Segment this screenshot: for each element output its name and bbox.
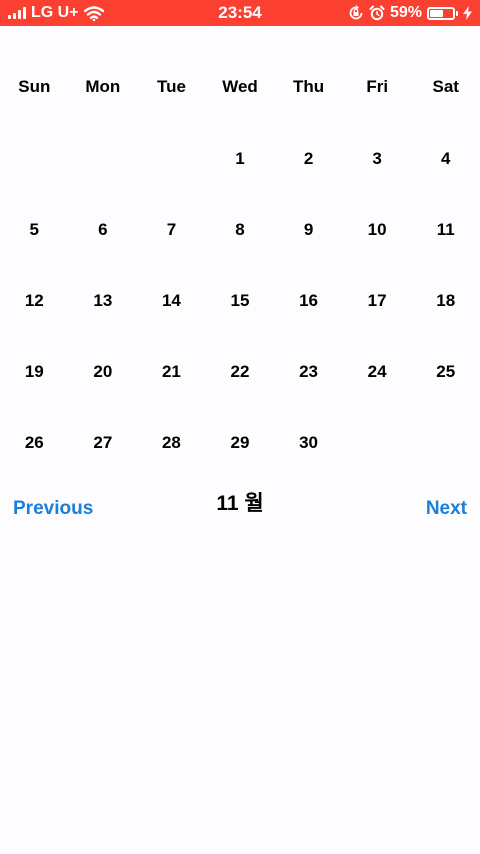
day-cell[interactable]: 25 <box>411 337 480 408</box>
wifi-icon <box>83 5 104 21</box>
day-cell[interactable]: 2 <box>274 123 343 194</box>
day-cell[interactable]: 28 <box>137 408 206 479</box>
month-navigation: Previous 11 월 Next <box>0 490 480 534</box>
previous-month-button[interactable]: Previous <box>13 498 93 520</box>
day-cell[interactable]: 8 <box>206 194 275 265</box>
day-cell[interactable]: 6 <box>69 194 138 265</box>
day-cell[interactable]: 13 <box>69 265 138 336</box>
day-cell[interactable]: 17 <box>343 265 412 336</box>
signal-icon <box>8 7 26 19</box>
next-month-button[interactable]: Next <box>426 498 467 520</box>
carrier-label: LG U+ <box>31 4 79 21</box>
weekday-label: Fri <box>366 77 389 96</box>
status-left: LG U+ <box>8 4 104 22</box>
empty-day-cell <box>0 123 69 194</box>
empty-day-cell <box>411 408 480 479</box>
empty-day-cell <box>69 123 138 194</box>
alarm-icon <box>369 5 385 21</box>
weekday-header: Sun Mon Tue Wed Thu Fri Sat <box>0 74 480 100</box>
day-cell[interactable]: 21 <box>137 337 206 408</box>
day-cell[interactable]: 1 <box>206 123 275 194</box>
empty-day-cell <box>137 123 206 194</box>
battery-icon <box>427 6 458 20</box>
battery-percent: 59% <box>389 4 422 21</box>
day-cell[interactable]: 7 <box>137 194 206 265</box>
weekday-label: Tue <box>156 77 186 96</box>
day-cell[interactable]: 12 <box>0 265 69 336</box>
weekday-label: Wed <box>222 77 258 96</box>
weekday-label: Sat <box>432 77 459 96</box>
weekday-label: Sun <box>18 77 51 96</box>
day-cell[interactable]: 14 <box>137 265 206 336</box>
day-cell[interactable]: 3 <box>343 123 412 194</box>
weekday-label: Thu <box>293 77 325 96</box>
day-cell[interactable]: 26 <box>0 408 69 479</box>
status-right: 59% <box>348 4 472 22</box>
day-cell[interactable]: 4 <box>411 123 480 194</box>
calendar-grid: 1 2 3 4 5 6 7 8 9 10 11 12 13 14 15 16 17 18 19 20 21 22 23 24 2… <box>0 123 480 479</box>
day-cell[interactable]: 24 <box>343 337 412 408</box>
day-cell[interactable]: 9 <box>274 194 343 265</box>
day-cell[interactable]: 5 <box>0 194 69 265</box>
day-cell[interactable]: 27 <box>69 408 138 479</box>
status-bar: LG U+ 23:54 59% <box>0 0 480 26</box>
day-cell[interactable]: 22 <box>206 337 275 408</box>
day-cell[interactable]: 19 <box>0 337 69 408</box>
day-cell[interactable]: 18 <box>411 265 480 336</box>
charging-icon <box>463 6 472 20</box>
battery-fill <box>430 9 443 17</box>
day-cell[interactable]: 11 <box>411 194 480 265</box>
day-cell[interactable]: 15 <box>206 265 275 336</box>
rotation-lock-icon <box>349 5 363 20</box>
day-cell[interactable]: 23 <box>274 337 343 408</box>
day-cell[interactable]: 30 <box>274 408 343 479</box>
weekday-label: Mon <box>85 77 121 96</box>
day-cell[interactable]: 20 <box>69 337 138 408</box>
day-cell[interactable]: 16 <box>274 265 343 336</box>
day-cell[interactable]: 10 <box>343 194 412 265</box>
day-cell[interactable]: 29 <box>206 408 275 479</box>
empty-day-cell <box>343 408 412 479</box>
